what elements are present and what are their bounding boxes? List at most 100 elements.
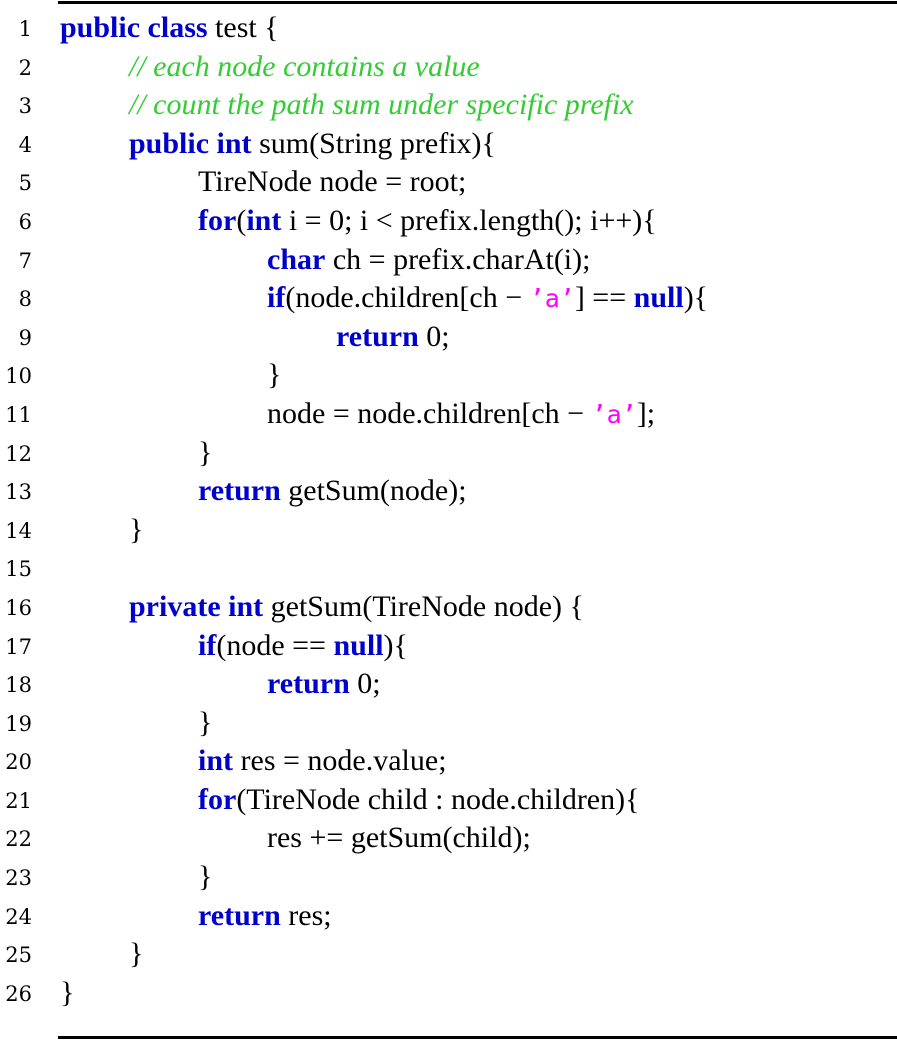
code-line: 23} xyxy=(0,857,897,896)
keyword-token: int xyxy=(246,203,282,237)
code-line: 17 if(node == null){ xyxy=(0,626,897,665)
line-number: 6 xyxy=(18,209,32,234)
code-text: for(TireNode child : node.children){ xyxy=(198,782,640,818)
line-number: 26 xyxy=(5,981,32,1006)
code-token: 0; xyxy=(418,319,450,353)
keyword-token: null xyxy=(333,628,384,662)
code-text: int res = node.value; xyxy=(198,743,447,779)
code-line: 21 for(TireNode child : node.children){ xyxy=(0,780,897,819)
line-number: 20 xyxy=(5,750,32,775)
code-line: 25} xyxy=(0,934,897,973)
code-token: res = node.value; xyxy=(233,744,447,778)
code-line: 26} xyxy=(0,973,897,1012)
code-text: res += getSum(child); xyxy=(267,820,531,856)
code-token: (node.children[ch − xyxy=(285,281,530,315)
keyword-token: return xyxy=(336,319,419,353)
code-line: 8 if(node.children[ch − ’a’] == null){ xyxy=(0,278,897,317)
code-line: 2 // each node contains a value xyxy=(0,47,897,86)
line-number: 12 xyxy=(5,441,32,466)
keyword-token: null xyxy=(633,281,684,315)
code-token: ] == xyxy=(574,281,634,315)
code-text: return 0; xyxy=(267,666,381,702)
code-line: 14} xyxy=(0,510,897,549)
code-line: 15 xyxy=(0,548,897,587)
code-line: 18 return 0; xyxy=(0,664,897,703)
keyword-token: if xyxy=(198,628,217,662)
line-number: 15 xyxy=(5,557,32,582)
string-literal-token: ’a’ xyxy=(591,399,637,429)
code-text: char ch = prefix.charAt(i); xyxy=(267,242,590,278)
keyword-token: public class xyxy=(60,11,208,44)
line-number: 2 xyxy=(18,55,32,80)
code-line: 16 private int getSum(TireNode node) { xyxy=(0,587,897,626)
keyword-token: for xyxy=(198,782,237,816)
line-number: 13 xyxy=(5,480,32,505)
code-line: 20 int res = node.value; xyxy=(0,741,897,780)
top-rule xyxy=(58,1,897,4)
line-number: 19 xyxy=(5,711,32,736)
code-text: public int sum(String prefix){ xyxy=(129,126,496,162)
code-token: res += getSum(child); xyxy=(267,821,531,855)
code-line: 1 public class test { xyxy=(0,8,897,47)
code-text: } xyxy=(129,936,143,972)
line-number: 11 xyxy=(5,402,32,427)
code-token: i = 0; i < prefix.length(); i++){ xyxy=(281,203,657,237)
line-number: 4 xyxy=(18,132,32,157)
line-number: 22 xyxy=(5,827,32,852)
line-number: 16 xyxy=(5,595,32,620)
line-number: 1 xyxy=(18,17,32,41)
line-number: 5 xyxy=(18,171,32,196)
code-line: 22 res += getSum(child); xyxy=(0,818,897,857)
code-text: } xyxy=(198,705,212,741)
code-text: TireNode node = root; xyxy=(198,164,466,200)
code-line: 6 for(int i = 0; i < prefix.length(); i++… xyxy=(0,201,897,240)
code-text: for(int i = 0; i < prefix.length(); i++)… xyxy=(198,203,657,239)
code-token: (node == xyxy=(216,628,334,662)
code-token: ){ xyxy=(383,628,408,662)
code-line: 19} xyxy=(0,703,897,742)
code-line: 7 char ch = prefix.charAt(i); xyxy=(0,240,897,279)
line-number: 24 xyxy=(5,904,32,929)
code-text: return 0; xyxy=(336,319,450,355)
bottom-rule xyxy=(58,1036,897,1039)
keyword-token: if xyxy=(267,281,286,315)
code-token: test { xyxy=(207,11,279,44)
code-text: private int getSum(TireNode node) { xyxy=(129,589,584,625)
code-token: ch = prefix.charAt(i); xyxy=(325,242,591,276)
line-number: 7 xyxy=(18,248,32,273)
code-text: // count the path sum under specific pre… xyxy=(129,87,634,123)
line-number: 14 xyxy=(5,518,32,543)
code-token: } xyxy=(129,937,144,971)
code-token: } xyxy=(198,860,213,894)
code-line: 13 return getSum(node); xyxy=(0,471,897,510)
code-token: } xyxy=(267,358,282,392)
code-text: return res; xyxy=(198,898,332,934)
code-token: getSum(TireNode node) { xyxy=(263,589,584,623)
code-text: // each node contains a value xyxy=(129,49,480,85)
comment-token: // count the path sum under specific pre… xyxy=(129,88,634,122)
code-line: 24 return res; xyxy=(0,896,897,935)
code-listing: 1 public class test { 2 // each node contai… xyxy=(0,8,897,1011)
code-token: res; xyxy=(280,898,332,932)
keyword-token: int xyxy=(198,744,234,778)
line-number: 25 xyxy=(5,943,32,968)
line-number: 21 xyxy=(5,788,32,813)
keyword-token: public int xyxy=(129,126,252,160)
code-text: public class test { xyxy=(60,10,279,46)
line-number: 8 xyxy=(18,287,32,312)
code-line: 12} xyxy=(0,433,897,472)
code-text: return getSum(node); xyxy=(198,473,467,509)
code-text: } xyxy=(267,357,281,393)
code-line: 11 node = node.children[ch − ’a’]; xyxy=(0,394,897,433)
string-literal-token: ’a’ xyxy=(529,284,575,314)
code-token: } xyxy=(198,435,213,469)
code-line: 9 return 0; xyxy=(0,317,897,356)
line-number: 9 xyxy=(18,325,32,350)
keyword-token: return xyxy=(198,898,281,932)
keyword-token: for xyxy=(198,203,237,237)
line-number: 17 xyxy=(5,634,32,659)
code-token: TireNode node = root; xyxy=(198,165,467,199)
code-text: } xyxy=(198,435,212,471)
code-line: 5 TireNode node = root; xyxy=(0,162,897,201)
keyword-token: private int xyxy=(129,589,264,623)
